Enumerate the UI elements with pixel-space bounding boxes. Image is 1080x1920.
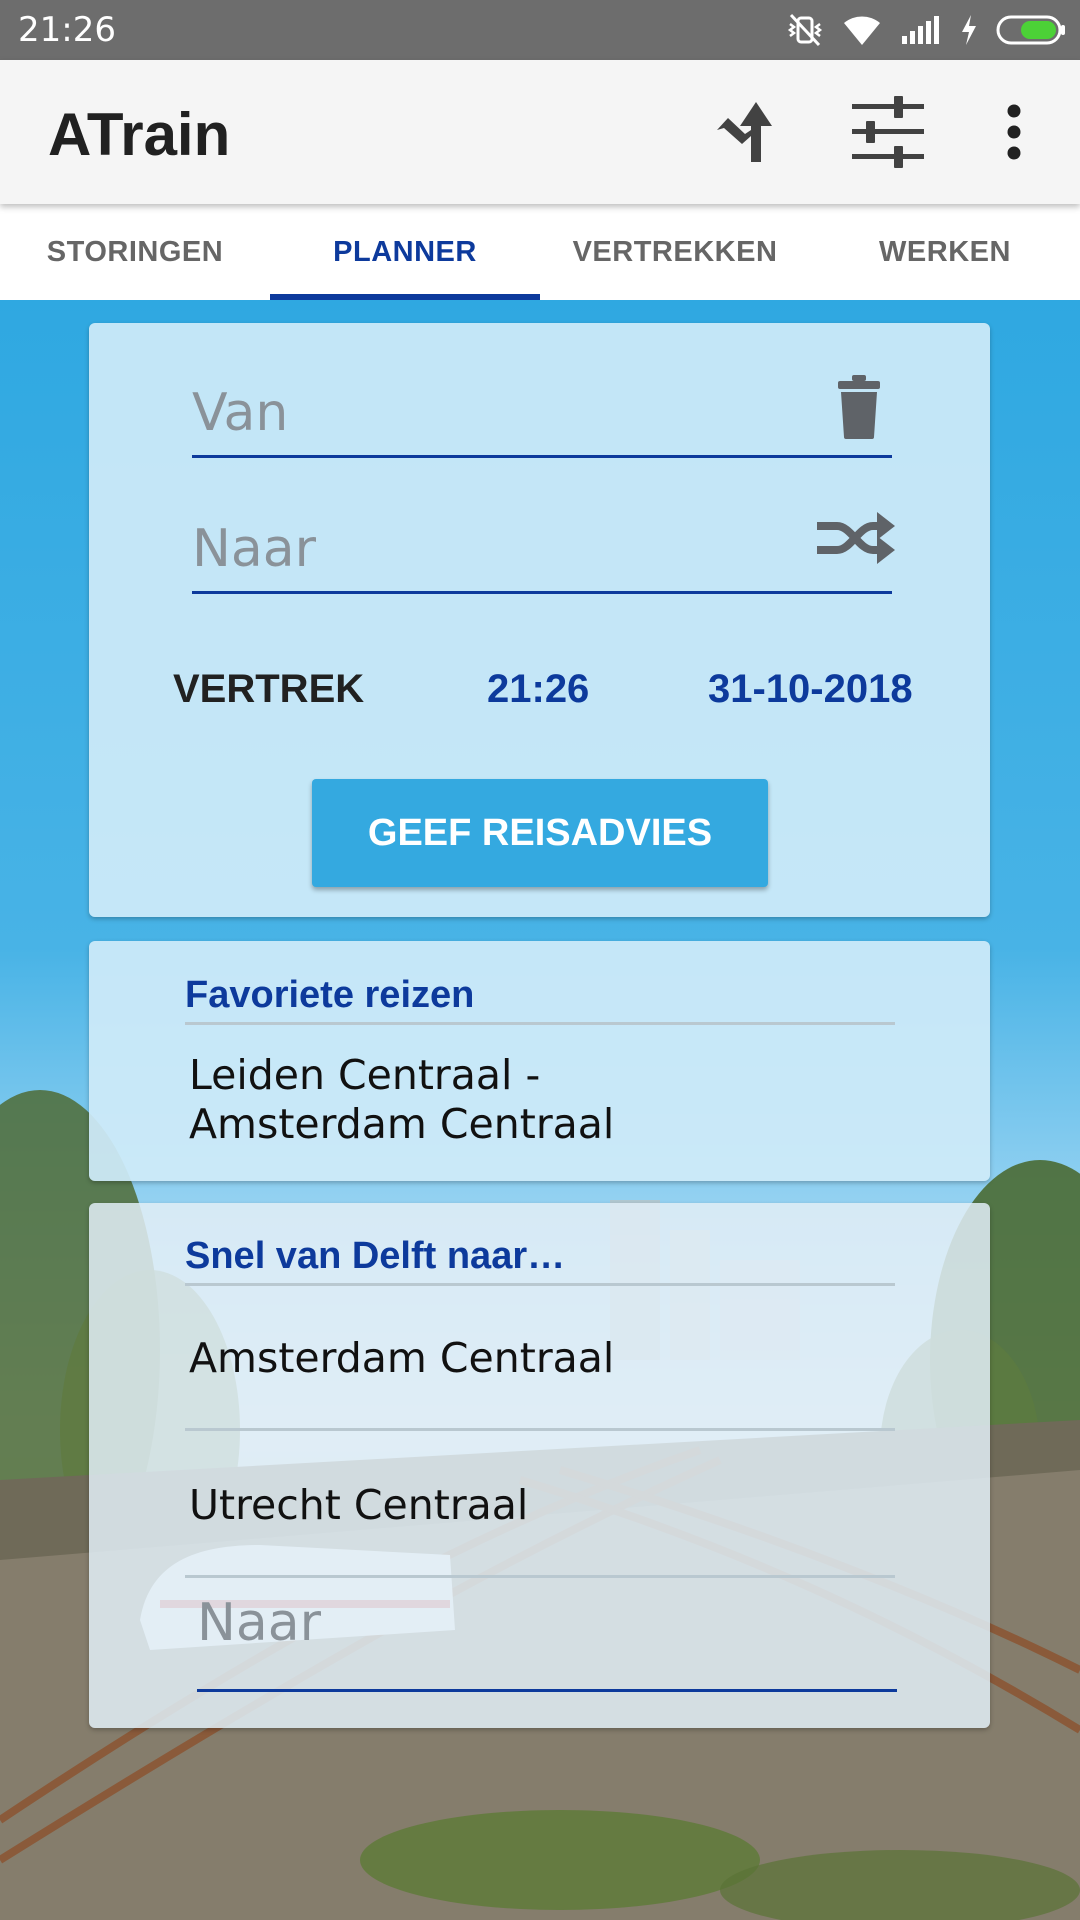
navigation-icon (717, 102, 772, 162)
quick-destination-item[interactable]: Utrecht Centraal (189, 1481, 528, 1530)
from-input[interactable]: Van (192, 383, 288, 443)
favorites-card: Favoriete reizen Leiden Centraal - Amste… (89, 941, 990, 1181)
quick-trips-divider (185, 1283, 895, 1286)
favorites-title: Favoriete reizen (185, 974, 475, 1016)
more-vert-icon (1007, 104, 1021, 160)
quick-to-input-underline (197, 1689, 897, 1692)
filter-settings-button[interactable] (846, 90, 930, 174)
quick-item-divider (185, 1428, 895, 1431)
favorite-trip-item[interactable]: Leiden Centraal - Amsterdam Centraal (189, 1051, 789, 1149)
travel-advice-button[interactable]: GEEF REISADVIES (312, 779, 768, 887)
date-picker[interactable]: 31-10-2018 (708, 667, 913, 712)
tab-storingen[interactable]: STORINGEN (0, 204, 270, 300)
status-time: 21:26 (18, 10, 116, 50)
signal-icon (902, 16, 939, 44)
status-icons (786, 12, 1066, 48)
quick-destination-item[interactable]: Amsterdam Centraal (189, 1334, 614, 1383)
vibrate-off-icon (787, 13, 823, 47)
swap-stations-button[interactable] (813, 503, 899, 573)
to-input[interactable]: Naar (192, 519, 316, 579)
quick-to-input[interactable]: Naar (197, 1593, 321, 1653)
more-options-button[interactable] (972, 90, 1056, 174)
shuffle-icon (817, 512, 895, 564)
favorites-divider (185, 1022, 895, 1025)
navigation-button[interactable] (702, 90, 786, 174)
tab-werken[interactable]: WERKEN (810, 204, 1080, 300)
tab-indicator (270, 294, 540, 300)
tune-icon (852, 96, 924, 168)
wifi-icon (844, 16, 880, 45)
from-input-underline (192, 455, 892, 458)
app-title: ATrain (48, 101, 231, 168)
time-picker[interactable]: 21:26 (487, 667, 589, 712)
app-bar: ATrain (0, 60, 1080, 204)
charging-icon (962, 15, 976, 45)
tab-planner[interactable]: PLANNER (270, 204, 540, 300)
clear-button[interactable] (829, 367, 889, 447)
quick-item-divider (185, 1575, 895, 1578)
trash-icon (838, 375, 880, 439)
status-bar: 21:26 (0, 0, 1080, 60)
to-input-underline (192, 591, 892, 594)
departure-mode-toggle[interactable]: VERTREK (173, 667, 364, 712)
tab-bar: STORINGEN PLANNER VERTREKKEN WERKEN (0, 204, 1080, 300)
quick-trips-card: Snel van Delft naar… Amsterdam Centraal … (89, 1203, 990, 1728)
battery-icon (996, 15, 1065, 45)
quick-trips-title: Snel van Delft naar… (185, 1235, 566, 1277)
planner-card: Van Naar VERTREK 21:26 31-10-2018 GEEF R… (89, 323, 990, 917)
tab-vertrekken[interactable]: VERTREKKEN (540, 204, 810, 300)
